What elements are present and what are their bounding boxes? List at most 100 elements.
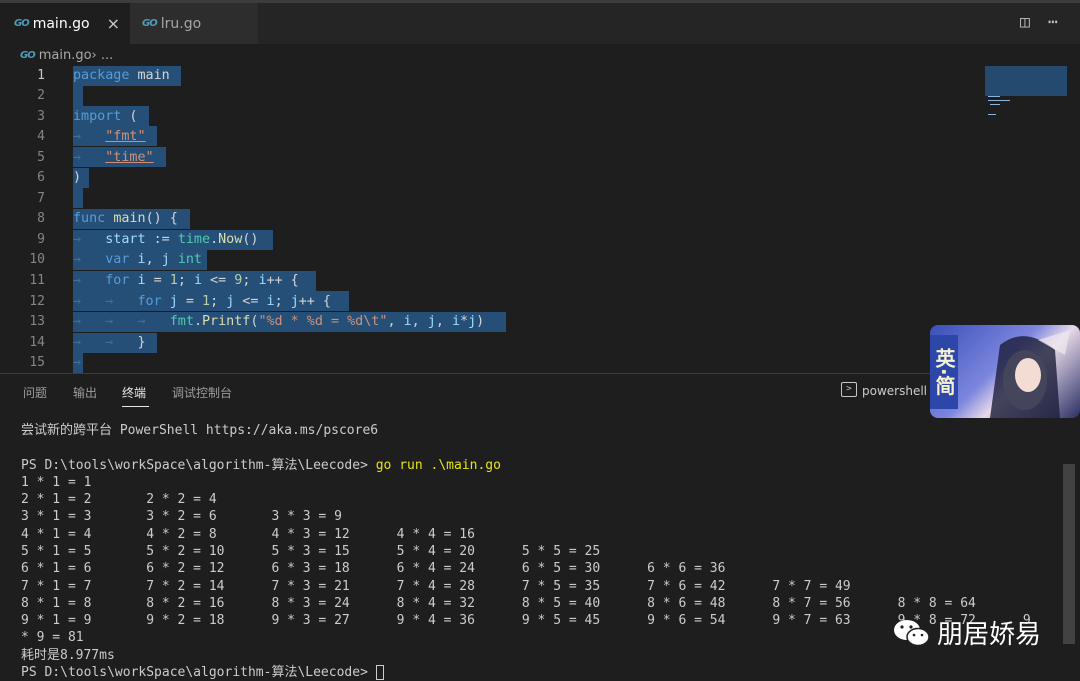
line-number: 6 — [37, 170, 45, 185]
code-token: i — [451, 314, 460, 329]
code-line[interactable]: → "time" — [73, 148, 154, 168]
code-token: i — [137, 252, 146, 267]
go-file-icon: GO — [20, 49, 36, 61]
code-token: , — [435, 314, 452, 329]
code-line[interactable]: → — [73, 353, 105, 373]
terminal-scrollbar[interactable] — [1063, 464, 1075, 644]
code-token: ; — [242, 273, 259, 288]
code-token: = — [177, 294, 202, 309]
code-token: ( — [121, 109, 138, 124]
code-token: , — [411, 314, 428, 329]
terminal-line: 7 * 1 = 7 7 * 2 = 14 7 * 3 = 21 7 * 4 = … — [21, 579, 851, 594]
line-number: 4 — [37, 129, 45, 144]
code-token: <= — [202, 273, 235, 288]
line-number: 15 — [29, 355, 45, 370]
indent-marker: → — [137, 314, 170, 329]
terminal-prompt: PS D:\tools\workSpace\algorithm-算法\Leeco… — [21, 457, 501, 474]
code-line[interactable]: → → → fmt.Printf("%d * %d = %d\t", i, j,… — [73, 312, 484, 332]
active-tab-indicator — [122, 406, 149, 407]
code-token: package — [73, 68, 130, 83]
line-number: 12 — [29, 294, 45, 309]
terminal-line: 2 * 1 = 2 2 * 2 = 4 — [21, 492, 217, 507]
overlay-badge: 英·简 — [930, 335, 958, 409]
wechat-logo-icon — [894, 619, 930, 646]
indent-marker: → — [73, 129, 106, 144]
minimap-line — [988, 96, 1000, 97]
code-token: 1 — [169, 273, 178, 288]
split-editor-icon[interactable]: ◫ — [1020, 12, 1030, 31]
line-number: 5 — [37, 150, 45, 165]
code-token: . — [210, 232, 219, 247]
indent-marker: → — [73, 335, 106, 350]
code-token: j — [290, 294, 299, 309]
line-number: 13 — [29, 314, 45, 329]
terminal-line: 9 * 1 = 9 9 * 2 = 18 9 * 3 = 27 9 * 4 = … — [21, 613, 1031, 628]
minimap-line — [988, 100, 1010, 101]
line-number: 9 — [37, 232, 45, 247]
code-token: } — [137, 335, 146, 350]
indent-marker: → — [73, 232, 106, 247]
tab-terminal[interactable]: 终端 — [122, 384, 146, 401]
tab-main-go[interactable]: GO main.go × — [0, 3, 130, 44]
code-token: . — [193, 314, 202, 329]
code-token: i — [403, 314, 412, 329]
tab-lru-go[interactable]: GO lru.go — [130, 3, 258, 44]
code-token: <= — [234, 294, 267, 309]
terminal-cursor — [375, 665, 384, 680]
code-line[interactable]: → for i = 1; i <= 9; i++ { — [73, 271, 299, 291]
terminal-line: 尝试新的跨平台 PowerShell https://aka.ms/pscore… — [21, 423, 379, 438]
code-line[interactable]: → "fmt" — [73, 127, 146, 147]
watermark-text: 朋居娇易 — [937, 620, 1042, 650]
selection — [73, 188, 83, 208]
close-icon[interactable]: × — [107, 14, 120, 33]
code-line[interactable]: → var i, j int — [73, 250, 202, 270]
go-file-icon: GO — [142, 18, 158, 29]
code-token: j — [169, 294, 178, 309]
line-number: 7 — [37, 191, 45, 206]
code-token: time — [177, 232, 211, 247]
code-token: ++ { — [266, 273, 299, 288]
prompt-path: PS D:\tools\workSpace\algorithm-算法\Leeco… — [21, 665, 376, 680]
tab-label: main.go — [32, 15, 90, 32]
tab-debug-console[interactable]: 调试控制台 — [172, 384, 232, 401]
code-token: j — [468, 314, 477, 329]
selection — [73, 86, 83, 106]
more-actions-icon[interactable]: ⋯ — [1048, 12, 1058, 31]
code-line[interactable]: → start := time.Now() — [73, 230, 258, 250]
code-line[interactable]: import ( — [73, 107, 138, 127]
terminal-prompt[interactable]: PS D:\tools\workSpace\algorithm-算法\Leeco… — [21, 664, 384, 681]
code-token: var — [105, 252, 130, 267]
code-token: i — [193, 273, 202, 288]
code-line[interactable]: → → for j = 1; j <= i; j++ { — [73, 292, 331, 312]
code-line[interactable]: func main() { — [73, 209, 178, 229]
terminal-line: 6 * 1 = 6 6 * 2 = 12 6 * 3 = 18 6 * 4 = … — [21, 561, 726, 576]
code-token: , — [145, 252, 162, 267]
breadcrumb-file[interactable]: main.go — [39, 48, 92, 63]
breadcrumb[interactable]: GO main.go › ... — [20, 45, 113, 65]
breadcrumb-separator: › ... — [91, 47, 114, 63]
code-token: * — [460, 314, 469, 329]
code-line[interactable]: ) — [73, 168, 81, 188]
code-token: ; — [274, 294, 291, 309]
code-token: ; — [210, 294, 227, 309]
indent-marker: → — [105, 294, 138, 309]
code-token: for — [105, 273, 130, 288]
code-token: () — [242, 232, 259, 247]
prompt-path: PS D:\tools\workSpace\algorithm-算法\Leeco… — [21, 458, 368, 473]
tab-output[interactable]: 输出 — [73, 384, 97, 401]
watermark: 朋居娇易 — [893, 614, 1041, 651]
code-token: for — [137, 294, 162, 309]
line-number: 8 — [37, 211, 45, 226]
tab-problems[interactable]: 问题 — [23, 384, 47, 401]
terminal-line: 4 * 1 = 4 4 * 2 = 8 4 * 3 = 12 4 * 4 = 1… — [21, 527, 475, 542]
minimap[interactable] — [985, 66, 1067, 96]
terminal-line: 3 * 1 = 3 3 * 2 = 6 3 * 3 = 9 — [21, 509, 342, 524]
code-line[interactable]: → → } — [73, 333, 146, 353]
code-line[interactable]: package main — [73, 66, 170, 86]
terminal-shell-select[interactable]: powershell — [862, 384, 927, 398]
code-token: ++ { — [298, 294, 331, 309]
